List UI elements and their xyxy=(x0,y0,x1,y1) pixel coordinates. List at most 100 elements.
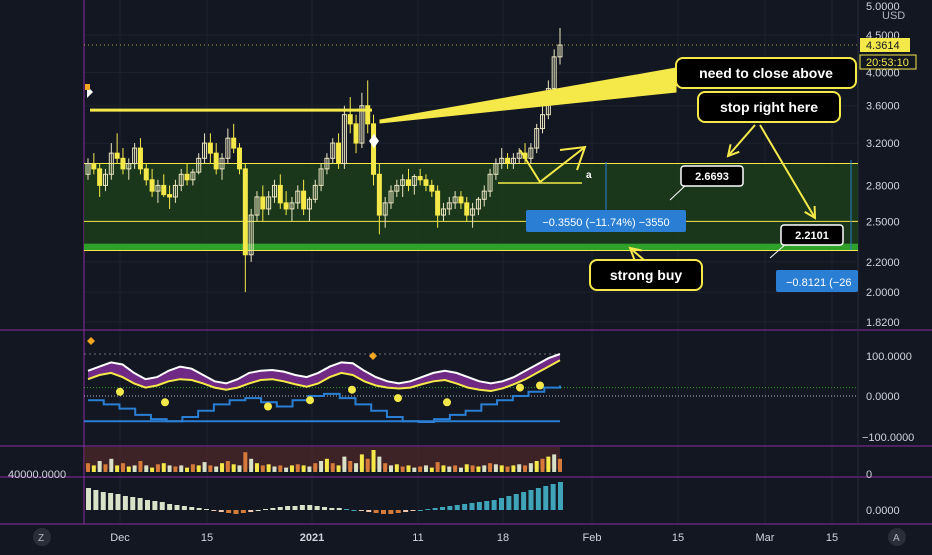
candle-body[interactable] xyxy=(120,157,126,170)
volume-bar xyxy=(412,467,417,472)
time-tick-label: 15 xyxy=(672,532,684,544)
volume-bar xyxy=(266,464,271,472)
volume-bar xyxy=(161,463,166,472)
histogram-bar xyxy=(410,510,416,511)
histogram-bar xyxy=(137,498,143,510)
volume-bar xyxy=(453,465,458,472)
osc-signal-dot xyxy=(394,394,402,403)
price-chart[interactable]: need to close above stop right here strong… xyxy=(0,0,932,550)
candle-body[interactable] xyxy=(260,196,266,210)
candle-body[interactable] xyxy=(137,147,143,170)
volume-bar xyxy=(190,464,195,472)
candle-body[interactable] xyxy=(429,184,435,192)
countdown-value: 20:53:10 xyxy=(866,57,909,69)
candle-body[interactable] xyxy=(184,173,190,181)
chart-container[interactable]: need to close above stop right here strong… xyxy=(0,0,932,550)
volume-bar xyxy=(202,462,207,472)
candle-body[interactable] xyxy=(365,105,371,125)
candle-body[interactable] xyxy=(347,114,353,125)
histogram-bar xyxy=(292,506,298,510)
measure-text-2: −0.8121 (−26 xyxy=(786,277,851,289)
histogram-bar xyxy=(277,507,283,510)
candle-body[interactable] xyxy=(405,179,411,186)
histogram-bar xyxy=(322,507,327,510)
osc-signal-dot xyxy=(348,385,356,394)
histogram-bar xyxy=(270,508,276,510)
histogram-bar xyxy=(93,490,99,510)
time-tick-label: 15 xyxy=(826,532,838,544)
candle-body[interactable] xyxy=(114,152,120,159)
histogram-bar xyxy=(108,493,114,510)
volume-bar xyxy=(546,456,551,472)
volume-bar xyxy=(237,465,242,472)
candle-body[interactable] xyxy=(149,179,155,192)
candle-body[interactable] xyxy=(458,196,464,204)
volume-bar xyxy=(505,466,510,472)
candle-body[interactable] xyxy=(277,184,283,204)
osc-axis-top: 100.0000 xyxy=(866,351,912,363)
osc-signal-dot xyxy=(161,398,169,407)
histogram-bar xyxy=(366,510,372,512)
volume-bar xyxy=(348,461,353,472)
volume-bar xyxy=(307,466,312,472)
candle-body[interactable] xyxy=(435,190,441,216)
candle-body[interactable] xyxy=(237,147,243,170)
histogram-bar xyxy=(506,496,512,510)
volume-bar xyxy=(179,465,184,472)
candle-body[interactable] xyxy=(505,157,511,165)
histogram-bar xyxy=(299,505,305,510)
volume-bar xyxy=(254,463,259,472)
histogram-bar xyxy=(351,510,357,511)
candle-body[interactable] xyxy=(283,202,289,210)
histogram-bar xyxy=(248,510,254,512)
histogram-bar xyxy=(130,497,136,510)
osc-signal-dot xyxy=(306,396,314,405)
volume-axis-right: 0 xyxy=(866,469,872,481)
candle-body[interactable] xyxy=(231,137,237,149)
volume-bar xyxy=(429,467,434,472)
volume-bar xyxy=(423,465,428,472)
candle-body[interactable] xyxy=(143,168,149,181)
candle-body[interactable] xyxy=(242,168,248,256)
histogram-bar xyxy=(240,510,246,513)
histogram-bar xyxy=(417,510,423,511)
price-tick-label: 2.2000 xyxy=(866,257,900,269)
osc-signal-dot xyxy=(443,398,451,407)
volume-bar xyxy=(447,466,452,472)
candle-body[interactable] xyxy=(423,179,429,186)
candle-body[interactable] xyxy=(376,173,382,216)
volume-bar xyxy=(499,465,504,472)
volume-bar xyxy=(132,465,137,472)
volume-bar xyxy=(115,465,120,472)
candle-body[interactable] xyxy=(213,152,219,170)
candle-body[interactable] xyxy=(161,184,167,196)
marker-flag xyxy=(85,84,90,90)
volume-bar xyxy=(371,450,376,472)
price-tick-label: 3.2000 xyxy=(866,138,900,150)
candle-body[interactable] xyxy=(207,142,213,154)
histogram-bar xyxy=(543,486,549,510)
volume-pane[interactable] xyxy=(84,447,562,472)
candle-body[interactable] xyxy=(417,175,423,181)
volume-bar xyxy=(272,466,277,472)
candle-body[interactable] xyxy=(91,163,97,170)
candle-body[interactable] xyxy=(371,123,377,175)
callout-strong-buy-text: strong buy xyxy=(610,267,683,283)
candle-body[interactable] xyxy=(301,190,307,210)
histogram-bar xyxy=(159,502,165,510)
candle-body[interactable] xyxy=(464,202,470,216)
histogram-bar xyxy=(528,490,534,510)
candle-body[interactable] xyxy=(336,142,342,165)
histogram-bar xyxy=(189,507,195,510)
histogram-bar xyxy=(469,503,475,510)
candle-body[interactable] xyxy=(167,194,173,198)
candle-body[interactable] xyxy=(97,168,103,186)
volume-bar xyxy=(138,461,143,472)
volume-bar xyxy=(476,466,481,472)
volume-bar xyxy=(319,461,324,472)
histogram-bar xyxy=(100,492,106,510)
histogram-bar xyxy=(558,482,563,510)
histogram-bar xyxy=(395,510,401,513)
volume-bar xyxy=(493,464,498,472)
candle-body[interactable] xyxy=(353,123,359,144)
